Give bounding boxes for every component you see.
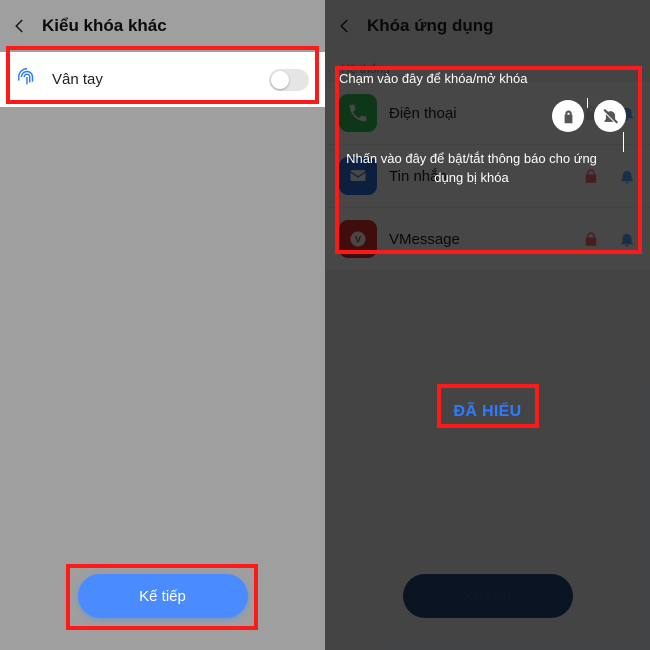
header: Kiểu khóa khác — [0, 0, 325, 52]
page-title: Kiểu khóa khác — [42, 16, 167, 36]
fingerprint-icon — [16, 66, 38, 93]
screen-other-lock-type: Kiểu khóa khác Vân tay Kế tiếp — [0, 0, 325, 650]
screen-app-lock: Khóa ứng dụng Hệ thống Điện thoại Tin nh… — [325, 0, 650, 650]
coach-bell-off-icon — [594, 100, 626, 132]
pointer-line — [623, 132, 624, 152]
next-button[interactable]: Kế tiếp — [78, 574, 248, 618]
tip-notify: Nhấn vào đây để bật/tắt thông báo cho ứn… — [343, 150, 600, 188]
fingerprint-row[interactable]: Vân tay — [0, 52, 325, 107]
fingerprint-label: Vân tay — [52, 71, 255, 88]
coach-lock-icon — [552, 100, 584, 132]
tutorial-overlay — [325, 0, 650, 650]
back-button[interactable] — [8, 14, 32, 38]
got-it-button[interactable]: ĐÃ HIỂU — [442, 395, 534, 429]
fingerprint-toggle[interactable] — [269, 69, 309, 91]
coach-icons — [552, 100, 626, 132]
next-button-label: Kế tiếp — [139, 588, 186, 605]
tip-lock: Chạm vào đây để khóa/mở khóa — [339, 70, 636, 94]
